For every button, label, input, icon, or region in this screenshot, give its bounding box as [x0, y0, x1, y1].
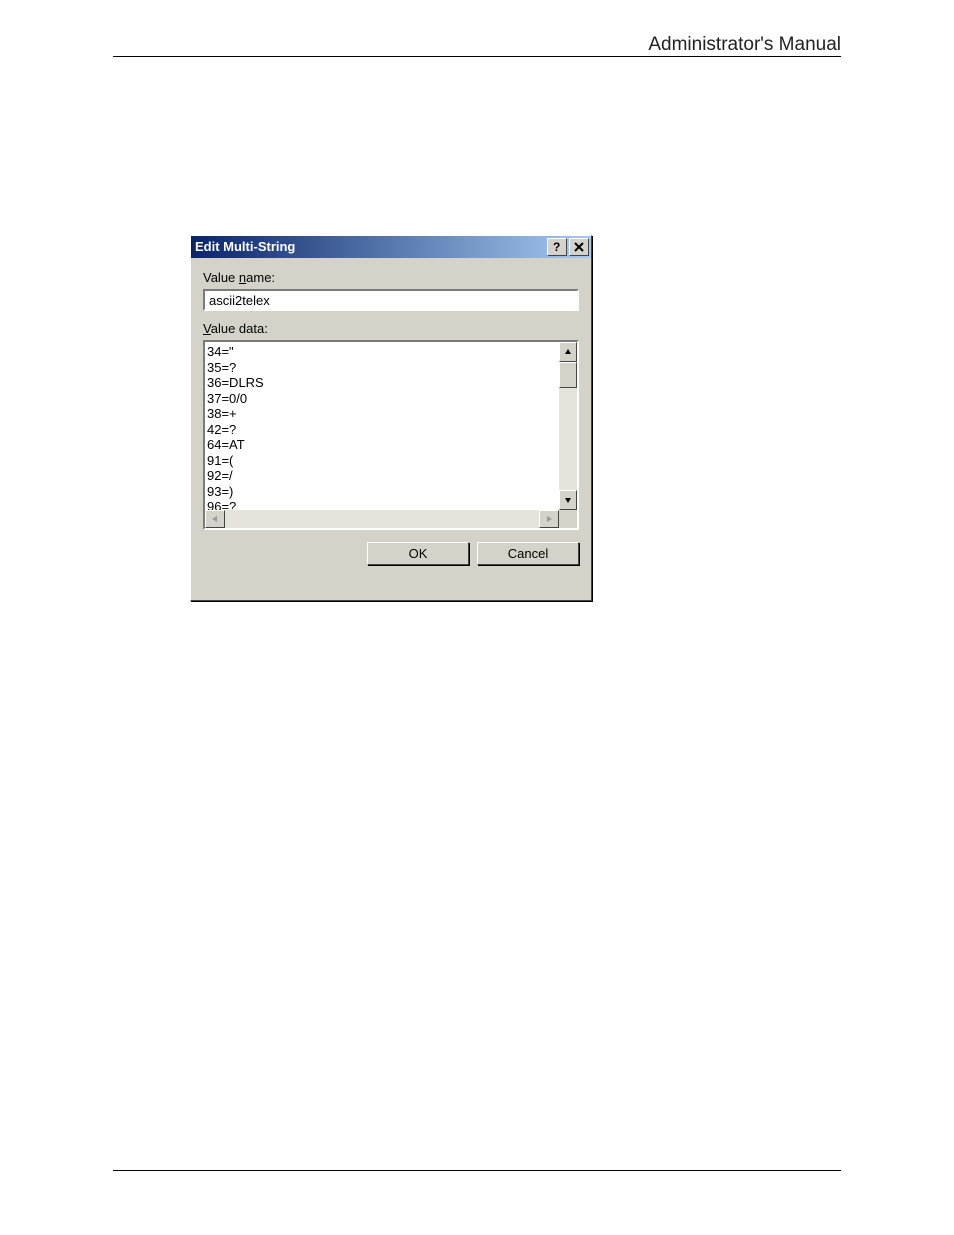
svg-text:?: ?: [553, 241, 560, 253]
scrollbar-down-arrow-icon[interactable]: [559, 490, 577, 510]
dialog-titlebar: Edit Multi-String ?: [191, 236, 591, 258]
scrollbar-vertical-thumb[interactable]: [559, 362, 577, 388]
footer-rule: [113, 1170, 841, 1171]
value-data-textarea[interactable]: 34=" 35=? 36=DLRS 37=0/0 38=+ 42=? 64=AT…: [203, 340, 579, 530]
titlebar-close-button[interactable]: [569, 238, 589, 256]
value-data-label: Value data:: [203, 321, 579, 336]
scrollbar-left-arrow-icon[interactable]: [205, 510, 225, 528]
header-rule: [113, 56, 841, 57]
cancel-button[interactable]: Cancel: [477, 542, 579, 565]
value-name-input[interactable]: [203, 289, 579, 311]
scrollbar-vertical-track[interactable]: [559, 362, 577, 490]
vertical-scrollbar[interactable]: [559, 342, 577, 510]
scrollbar-right-arrow-icon[interactable]: [539, 510, 559, 528]
page-header-right: Administrator's Manual: [648, 34, 841, 56]
dialog-button-row: OK Cancel: [203, 542, 579, 565]
horizontal-scrollbar[interactable]: [205, 510, 559, 528]
titlebar-help-button[interactable]: ?: [547, 238, 567, 256]
scrollbar-horizontal-track[interactable]: [225, 510, 539, 528]
value-data-content[interactable]: 34=" 35=? 36=DLRS 37=0/0 38=+ 42=? 64=AT…: [207, 344, 559, 510]
dialog-client-area: Value name: Value data: 34=" 35=? 36=DLR…: [191, 258, 591, 575]
edit-multi-string-dialog: Edit Multi-String ? Value name: Value da…: [190, 235, 592, 601]
scrollbar-corner: [559, 510, 577, 528]
dialog-title: Edit Multi-String: [195, 236, 545, 258]
scrollbar-up-arrow-icon[interactable]: [559, 342, 577, 362]
document-page: Administrator's Manual Edit Multi-String…: [0, 0, 954, 1235]
value-name-label: Value name:: [203, 270, 579, 285]
ok-button[interactable]: OK: [367, 542, 469, 565]
